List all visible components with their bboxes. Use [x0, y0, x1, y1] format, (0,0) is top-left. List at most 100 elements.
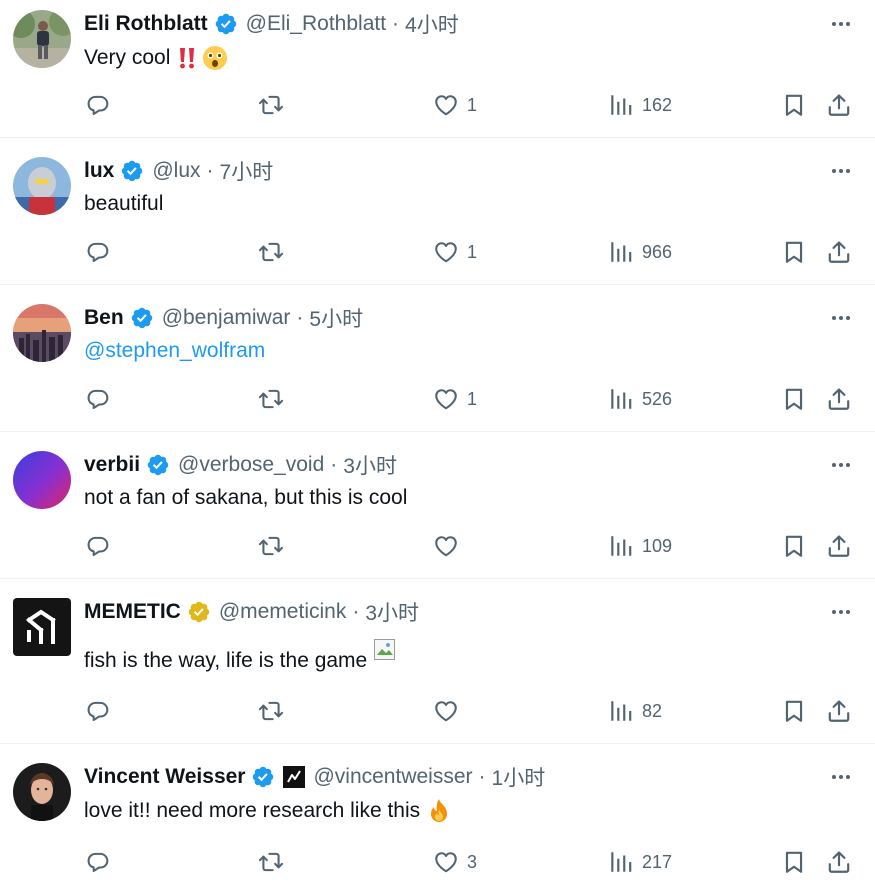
more-options-icon[interactable]	[829, 306, 853, 330]
mention-link[interactable]: @stephen_wolfram	[84, 337, 265, 365]
share-icon	[826, 92, 852, 118]
tweet-actions: 1 162	[84, 90, 859, 120]
more-options-icon[interactable]	[829, 159, 853, 183]
like-button[interactable]: 1	[433, 90, 477, 120]
share-button[interactable]	[826, 90, 852, 120]
reply-button[interactable]	[85, 531, 111, 561]
reply-tweet[interactable]: Eli Rothblatt @Eli_Rothblatt · 4小时 Very …	[0, 0, 875, 138]
views-icon	[608, 386, 634, 412]
reply-tweet[interactable]: Vincent Weisser @vincentweisser · 1小时 lo…	[0, 744, 875, 889]
timestamp[interactable]: 4小时	[405, 9, 459, 39]
retweet-button[interactable]	[258, 696, 284, 726]
display-name[interactable]: lux	[84, 159, 114, 183]
like-button[interactable]: 1	[433, 237, 477, 267]
verified-blue-icon[interactable]	[146, 453, 170, 477]
reply-button[interactable]	[85, 847, 111, 877]
reply-button[interactable]	[85, 237, 111, 267]
like-button[interactable]	[433, 696, 467, 726]
display-name[interactable]: Vincent Weisser	[84, 765, 245, 789]
timestamp[interactable]: 5小时	[309, 303, 363, 333]
bookmark-button[interactable]	[781, 696, 807, 726]
reply-icon	[85, 698, 111, 724]
verified-blue-icon[interactable]	[120, 159, 144, 183]
user-handle[interactable]: @Eli_Rothblatt	[246, 12, 386, 36]
reply-tweet[interactable]: verbii @verbose_void · 3小时 not a fan of …	[0, 432, 875, 579]
more-options-icon[interactable]	[829, 12, 853, 36]
timestamp[interactable]: 3小时	[365, 597, 419, 627]
separator: ·	[352, 600, 360, 623]
more-options-icon[interactable]	[829, 453, 853, 477]
share-button[interactable]	[826, 847, 852, 877]
avatar[interactable]	[13, 304, 71, 362]
user-handle[interactable]: @memeticink	[219, 600, 347, 624]
separator: ·	[296, 306, 304, 329]
like-button[interactable]: 3	[433, 847, 477, 877]
reply-tweet[interactable]: Ben @benjamiwar · 5小时 @stephen_wolfram 1…	[0, 285, 875, 432]
verified-gold-icon[interactable]	[187, 600, 211, 624]
share-button[interactable]	[826, 531, 852, 561]
user-handle[interactable]: @lux	[152, 159, 200, 183]
display-name[interactable]: MEMETIC	[84, 600, 181, 624]
views-button[interactable]: 526	[608, 384, 672, 414]
tweet-text-content: beautiful	[84, 192, 164, 215]
reply-icon	[85, 239, 111, 265]
avatar[interactable]	[13, 763, 71, 821]
bookmark-button[interactable]	[781, 384, 807, 414]
share-button[interactable]	[826, 237, 852, 267]
views-button[interactable]: 162	[608, 90, 672, 120]
bookmark-button[interactable]	[781, 90, 807, 120]
views-button[interactable]: 82	[608, 696, 662, 726]
views-icon	[608, 92, 634, 118]
tweet-text: beautiful	[84, 190, 163, 218]
avatar[interactable]	[13, 157, 71, 215]
retweet-button[interactable]	[258, 531, 284, 561]
share-button[interactable]	[826, 384, 852, 414]
tweet-header: Eli Rothblatt @Eli_Rothblatt · 4小时	[84, 9, 459, 39]
retweet-button[interactable]	[258, 90, 284, 120]
share-button[interactable]	[826, 696, 852, 726]
user-handle[interactable]: @vincentweisser	[313, 765, 472, 789]
views-button[interactable]: 966	[608, 237, 672, 267]
retweet-button[interactable]	[258, 237, 284, 267]
tweet-actions: 1 966	[84, 237, 859, 267]
timestamp[interactable]: 1小时	[492, 762, 546, 792]
verified-blue-icon[interactable]	[251, 765, 275, 789]
reply-tweet[interactable]: MEMETIC @memeticink · 3小时 fish is the wa…	[0, 579, 875, 744]
views-icon	[608, 849, 634, 875]
bookmark-icon	[781, 92, 807, 118]
retweet-icon	[258, 849, 284, 875]
verified-blue-icon[interactable]	[130, 306, 154, 330]
reply-button[interactable]	[85, 384, 111, 414]
more-options-icon[interactable]	[829, 765, 853, 789]
user-handle[interactable]: @benjamiwar	[162, 306, 291, 330]
avatar[interactable]	[13, 10, 71, 68]
astonished-face-icon	[202, 45, 228, 71]
avatar[interactable]	[13, 598, 71, 656]
display-name[interactable]: Ben	[84, 306, 124, 330]
timestamp[interactable]: 3小时	[343, 450, 397, 480]
views-button[interactable]: 217	[608, 847, 672, 877]
reply-tweet[interactable]: lux @lux · 7小时 beautiful 1 966	[0, 138, 875, 285]
display-name[interactable]: Eli Rothblatt	[84, 12, 208, 36]
like-button[interactable]: 1	[433, 384, 477, 414]
like-button[interactable]	[433, 531, 467, 561]
views-button[interactable]: 109	[608, 531, 672, 561]
reply-button[interactable]	[85, 90, 111, 120]
display-name[interactable]: verbii	[84, 453, 140, 477]
retweet-button[interactable]	[258, 384, 284, 414]
avatar[interactable]	[13, 451, 71, 509]
tweet-actions: 3 217	[84, 847, 859, 877]
bookmark-button[interactable]	[781, 531, 807, 561]
tweet-header: verbii @verbose_void · 3小时	[84, 450, 397, 480]
timestamp[interactable]: 7小时	[220, 156, 274, 186]
retweet-button[interactable]	[258, 847, 284, 877]
bookmark-button[interactable]	[781, 237, 807, 267]
more-options-icon[interactable]	[829, 600, 853, 624]
affiliate-logo-icon[interactable]	[283, 766, 306, 788]
retweet-icon	[258, 698, 284, 724]
tweet-actions: 82	[84, 696, 859, 726]
user-handle[interactable]: @verbose_void	[178, 453, 324, 477]
reply-button[interactable]	[85, 696, 111, 726]
bookmark-button[interactable]	[781, 847, 807, 877]
verified-blue-icon[interactable]	[214, 12, 238, 36]
